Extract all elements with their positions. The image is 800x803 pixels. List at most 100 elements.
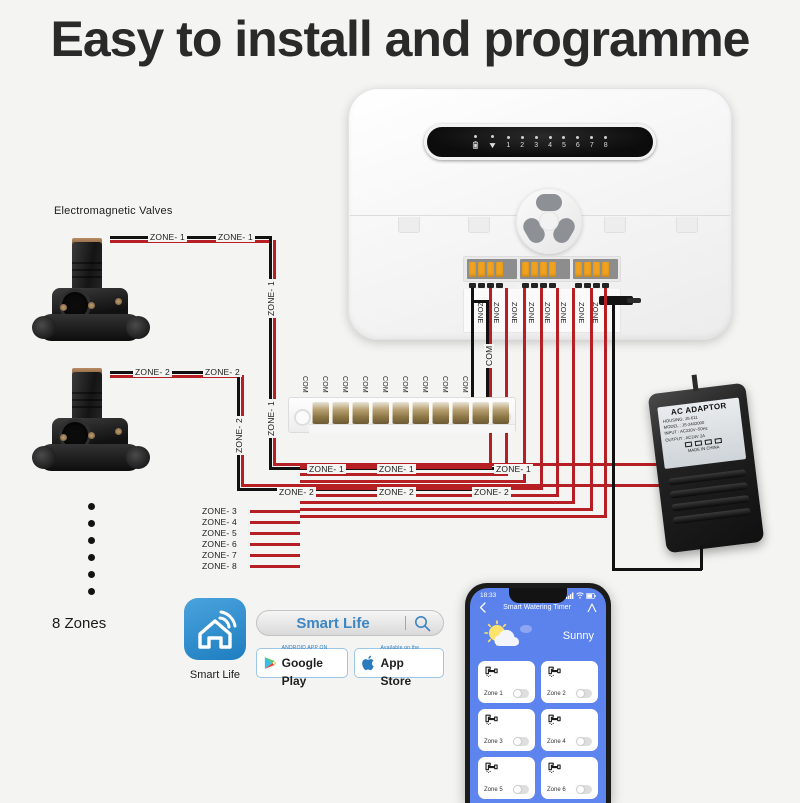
com-terminal-pin	[312, 402, 329, 424]
zone-card-row: Zone 4	[547, 737, 592, 746]
led-indicator: 4	[548, 135, 552, 149]
zone-toggle[interactable]	[576, 689, 592, 698]
controller-led-panel: 1 2 3 4 5 6 7 8	[424, 124, 656, 160]
app-screen-title: Smart Watering Timer	[503, 604, 571, 611]
zone-list-label: ZONE- 4	[200, 517, 239, 527]
controller-zone-wire-label: ZONE	[476, 302, 485, 324]
com-label: COM	[441, 376, 448, 393]
zone-toggle[interactable]	[513, 785, 529, 794]
led-indicator: 1	[506, 135, 510, 149]
zone-riser-wire	[523, 288, 526, 480]
google-play-main: Google Play	[281, 656, 323, 688]
smartphone-mockup: 18:33 Smart Watering Timer Sunny Zone 1 …	[465, 583, 611, 803]
zone-list-label: ZONE- 5	[200, 528, 239, 538]
led-indicator	[489, 135, 496, 149]
battery-icon	[473, 141, 479, 149]
wire-label-zone1-vertical: ZONE- 1	[266, 279, 276, 318]
electromagnetic-valve-2	[30, 366, 150, 476]
app-store-main: App Store	[380, 656, 412, 688]
terminal-pin	[487, 261, 494, 277]
led-dot	[491, 135, 495, 138]
zone-toggle[interactable]	[513, 737, 529, 746]
terminal-slot	[496, 283, 503, 288]
led-indicator: 6	[575, 135, 580, 149]
back-chevron-icon[interactable]	[479, 602, 487, 613]
zone-card[interactable]: Zone 1	[478, 661, 535, 703]
controller-tab	[676, 217, 698, 233]
controller-zone-wire-label: ZONE	[543, 302, 552, 324]
controller-zone-wire-label: ZONE	[559, 302, 568, 324]
zone-list-label: ZONE- 7	[200, 550, 239, 560]
zone-toggle[interactable]	[576, 737, 592, 746]
zones-caption: 8 Zones	[52, 615, 107, 632]
wire-label-zone1: ZONE- 1	[494, 464, 533, 474]
zone-card[interactable]: Zone 6	[541, 757, 598, 799]
com-label: COM	[401, 376, 408, 393]
terminal-slot	[549, 283, 556, 288]
led-indicator: 7	[590, 135, 594, 149]
zone-list-wire	[250, 510, 300, 513]
controller-tab	[604, 217, 626, 233]
wire-com-black-join	[471, 300, 489, 303]
continuation-dot	[88, 571, 95, 578]
terminal-group	[467, 259, 517, 279]
zone-list-label: ZONE- 3	[200, 506, 239, 516]
faucet-icon	[548, 666, 561, 677]
zone-toggle[interactable]	[513, 689, 529, 698]
zone-card[interactable]: Zone 2	[541, 661, 598, 703]
valve-outlet-port	[126, 316, 150, 339]
search-divider	[405, 616, 406, 630]
zone-run-wire	[300, 494, 559, 497]
google-play-badge[interactable]: ANDROID APP ON Google Play	[256, 646, 348, 687]
com-terminal-pin	[332, 402, 349, 424]
led-label: 6	[575, 141, 580, 149]
zone-list-wire	[250, 521, 300, 524]
adaptor-cable-horizontal	[612, 568, 702, 571]
terminal-group	[573, 259, 618, 279]
badge-text: ANDROID APP ON Google Play	[282, 636, 340, 690]
controller-zone-wire-label: ZONE	[577, 302, 586, 324]
search-icon[interactable]	[414, 615, 431, 632]
wifi-icon	[576, 592, 584, 599]
share-icon[interactable]	[587, 602, 597, 613]
zone-run-wire	[300, 480, 526, 483]
led-dot	[576, 135, 580, 139]
led-indicator	[472, 135, 479, 149]
com-terminal-pin	[432, 402, 449, 424]
valve-solenoid	[72, 372, 102, 424]
cert-icon-1	[684, 441, 692, 448]
app-store-badge[interactable]: Available on the App Store	[354, 646, 444, 687]
terminal-block-pins	[312, 402, 509, 424]
adaptor-cable-up-to-controller	[612, 305, 615, 570]
led-dot	[604, 135, 608, 139]
continuation-dot	[88, 588, 95, 595]
valve-outlet-port	[126, 446, 150, 469]
com-label: COM	[321, 376, 328, 393]
smart-life-search-bar[interactable]: Smart Life	[256, 610, 444, 636]
badge-text: Available on the App Store	[381, 636, 436, 690]
com-label: COM	[301, 376, 308, 393]
zone-toggle[interactable]	[576, 785, 592, 794]
wifi-icon	[489, 143, 496, 149]
status-icons	[566, 592, 596, 599]
smart-life-app-icon[interactable]	[184, 598, 246, 660]
zone-card[interactable]: Zone 4	[541, 709, 598, 751]
com-label: COM	[421, 376, 428, 393]
zone-card[interactable]: Zone 3	[478, 709, 535, 751]
led-dot	[506, 135, 510, 139]
google-play-sub: ANDROID APP ON	[281, 645, 328, 651]
com-terminal-pin	[372, 402, 389, 424]
faucet-icon	[485, 714, 498, 725]
com-terminal-pin	[352, 402, 369, 424]
zone-riser-wire	[604, 288, 607, 515]
controller-power-button[interactable]	[536, 194, 562, 211]
faucet-icon	[548, 762, 561, 773]
terminal-pin	[549, 261, 556, 277]
zone-card[interactable]: Zone 5	[478, 757, 535, 799]
led-indicator: 8	[604, 135, 608, 149]
led-label: 3	[534, 141, 539, 149]
zone-card-row: Zone 6	[547, 785, 592, 794]
zone-riser-wire	[556, 288, 559, 494]
com-terminal-pin	[392, 402, 409, 424]
search-input[interactable]: Smart Life	[269, 615, 397, 632]
